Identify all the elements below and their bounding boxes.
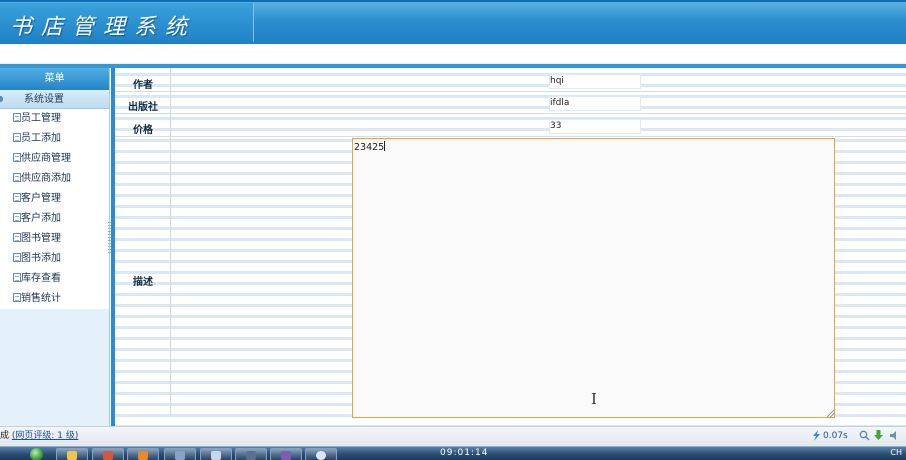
sidebar-item-label: 供应商管理	[21, 153, 71, 164]
publisher-label: 出版社	[128, 102, 158, 113]
taskbar-app-button-3[interactable]	[164, 448, 196, 460]
start-button-icon[interactable]	[30, 448, 43, 460]
taskbar-app-button-5[interactable]	[235, 448, 267, 460]
document-icon	[13, 273, 21, 282]
download-arrow-icon[interactable]	[873, 430, 884, 441]
load-time: 0.07s	[823, 431, 848, 441]
sidebar-item-label: 图书管理	[21, 233, 61, 244]
document-icon	[13, 153, 21, 162]
system-tray: CH	[890, 448, 902, 457]
author-label: 作者	[133, 80, 153, 91]
description-textarea[interactable]: 23425	[352, 138, 835, 418]
taskbar-clock: 09:01:14	[440, 448, 489, 458]
sidebar-item-book-manage[interactable]: 图书管理	[0, 229, 109, 249]
zoom-icon[interactable]	[859, 430, 870, 441]
taskbar-app-button-1[interactable]	[92, 448, 124, 460]
status-prefix: 成	[0, 431, 10, 441]
sidebar-item-label: 供应商添加	[21, 173, 71, 184]
document-icon	[13, 213, 21, 222]
sidebar-item-label: 销售统计	[21, 293, 61, 304]
price-field[interactable]: 33	[549, 119, 641, 134]
tool-icon	[246, 451, 256, 460]
app-icon	[175, 451, 185, 460]
menu-group-label: 系统设置	[24, 94, 64, 105]
sidebar-item-label: 客户管理	[21, 193, 61, 204]
document-icon	[13, 253, 21, 262]
app-icon	[281, 451, 291, 460]
document-icon	[13, 193, 21, 202]
sidebar-item-supplier-manage[interactable]: 供应商管理	[0, 149, 109, 169]
windows-taskbar: 09:01:14 CH	[0, 446, 906, 460]
sidebar-item-supplier-add[interactable]: 供应商添加	[0, 169, 109, 189]
group-bullet-icon	[0, 96, 3, 102]
price-row: 价格 33	[115, 117, 906, 137]
sidebar-item-label: 员工添加	[21, 133, 61, 144]
sidebar-item-sales-stats[interactable]: 销售统计	[0, 289, 109, 309]
app-icon	[103, 451, 113, 460]
taskbar-app-button-4[interactable]	[200, 448, 232, 460]
document-icon	[13, 133, 21, 142]
app-header: 书店管理系统	[0, 0, 906, 44]
price-label: 价格	[133, 125, 153, 136]
taskbar-app-button-7[interactable]	[305, 448, 337, 460]
sidebar-item-customer-manage[interactable]: 客户管理	[0, 189, 109, 209]
browser-statusbar: 成 (网页评级: 1 级) 0.07s	[0, 426, 906, 446]
header-accent-line	[0, 0, 906, 2]
sidebar-item-label: 员工管理	[21, 113, 61, 124]
description-text: 23425	[354, 142, 385, 153]
document-icon	[13, 173, 21, 182]
sidebar-item-label: 库存查看	[21, 273, 61, 284]
sidebar-item-customer-add[interactable]: 客户添加	[0, 209, 109, 229]
sidebar-item-employee-manage[interactable]: 员工管理	[0, 109, 109, 129]
sidebar-item-label: 图书添加	[21, 253, 61, 264]
text-caret	[384, 141, 386, 151]
input-language-indicator[interactable]: CH	[890, 448, 902, 457]
taskbar-app-button-6[interactable]	[270, 448, 302, 460]
resize-grip-icon[interactable]	[827, 410, 834, 417]
description-label: 描述	[133, 277, 153, 288]
app-window: 书店管理系统 菜单 系统设置 员工管理 员工添加 供应商管理 供应商添加 客户管…	[0, 0, 906, 460]
sidebar-item-book-add[interactable]: 图书添加	[0, 249, 109, 269]
taskbar-explorer-button[interactable]	[56, 448, 88, 460]
publisher-row: 出版社 ifdla	[115, 94, 906, 114]
document-icon	[13, 293, 21, 302]
main-content: 作者 hqi 出版社 ifdla 价格 33 描述 23425 I	[111, 68, 906, 426]
status-left: 成 (网页评级: 1 级)	[0, 427, 78, 445]
document-icon	[13, 113, 21, 122]
menu-list: 员工管理 员工添加 供应商管理 供应商添加 客户管理 客户添加 图书管理 图书添…	[0, 109, 109, 309]
app-icon	[138, 451, 148, 460]
taskbar-app-button-2[interactable]	[127, 448, 159, 460]
header-subbar	[0, 44, 906, 64]
page-rating-link[interactable]: (网页评级: 1 级)	[12, 431, 79, 441]
text-cursor-icon: I	[591, 390, 597, 408]
sidebar-item-stock-view[interactable]: 库存查看	[0, 269, 109, 289]
sidebar-item-label: 客户添加	[21, 213, 61, 224]
title-block: 书店管理系统	[0, 3, 254, 42]
author-field[interactable]: hqi	[549, 74, 641, 89]
author-row: 作者 hqi	[115, 72, 906, 92]
app-title: 书店管理系统	[10, 15, 197, 40]
speaker-icon[interactable]	[889, 430, 900, 441]
globe-icon	[316, 451, 326, 460]
status-right: 0.07s	[811, 427, 906, 445]
document-icon	[211, 451, 221, 460]
menu-title: 菜单	[0, 68, 109, 90]
lightning-icon	[813, 430, 820, 441]
menu-group-system-settings[interactable]: 系统设置	[0, 90, 109, 109]
folder-icon	[67, 451, 77, 460]
sidebar: 菜单 系统设置 员工管理 员工添加 供应商管理 供应商添加 客户管理 客户添加 …	[0, 68, 110, 426]
publisher-field[interactable]: ifdla	[549, 96, 641, 111]
sidebar-item-employee-add[interactable]: 员工添加	[0, 129, 109, 149]
document-icon	[13, 233, 21, 242]
